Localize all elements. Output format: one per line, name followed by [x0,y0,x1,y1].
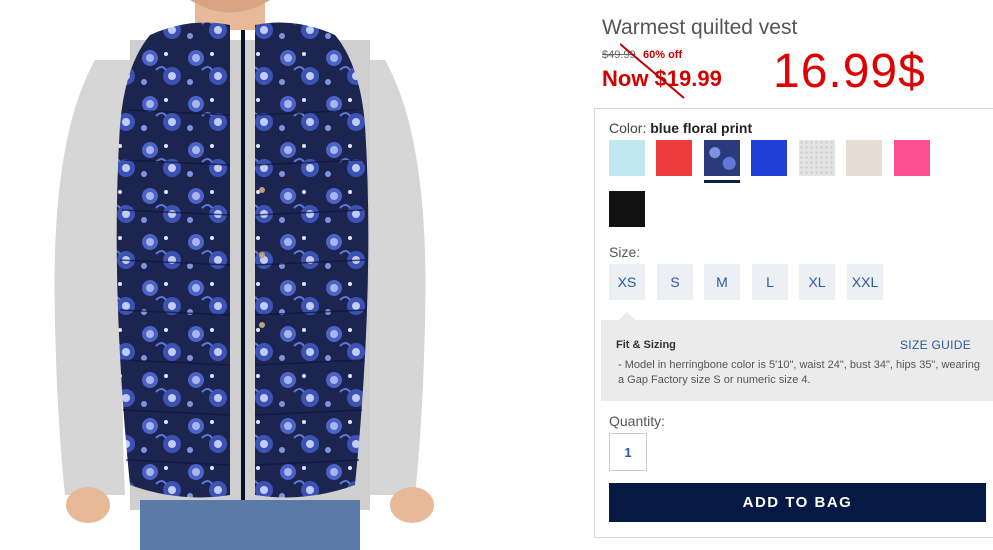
swatch-beige[interactable] [846,140,882,176]
color-label: Color: blue floral print [609,120,752,136]
color-label-text: Color: [609,120,647,136]
size-option-s[interactable]: S [657,264,693,300]
color-selected-name: blue floral print [650,120,753,136]
product-image [0,0,500,550]
swatch-light-grey-quilt[interactable] [799,140,835,176]
swatch-blue-floral-print[interactable] [704,140,740,183]
price-now: Now $19.99 [602,66,722,91]
size-option-m[interactable]: M [704,264,740,300]
swatch-black[interactable] [609,191,645,227]
handwritten-price-annotation: 16.99$ [773,45,926,98]
add-to-bag-button[interactable]: ADD TO BAG [609,483,986,522]
price-discount: 60% off [643,49,683,61]
product-title: Warmest quilted vest [602,16,798,39]
fit-sizing-title: Fit & Sizing [616,339,676,351]
size-option-xl[interactable]: XL [799,264,835,300]
size-option-l[interactable]: L [752,264,788,300]
price-original: $49.99 [602,49,636,61]
swatch-light-aqua[interactable] [609,140,645,176]
swatch-royal-blue[interactable] [751,140,787,176]
size-label: Size: [609,244,641,260]
size-option-xs[interactable]: XS [609,264,645,300]
swatch-coral-red[interactable] [656,140,692,176]
swatch-pink[interactable] [894,140,930,176]
quantity-label: Quantity: [609,413,666,429]
size-guide-link[interactable]: SIZE GUIDE [900,338,971,352]
size-option-xxl[interactable]: XXL [847,264,883,300]
fit-sizing-text: - Model in herringbone color is 5'10", w… [618,359,980,386]
quantity-input[interactable] [609,433,647,471]
